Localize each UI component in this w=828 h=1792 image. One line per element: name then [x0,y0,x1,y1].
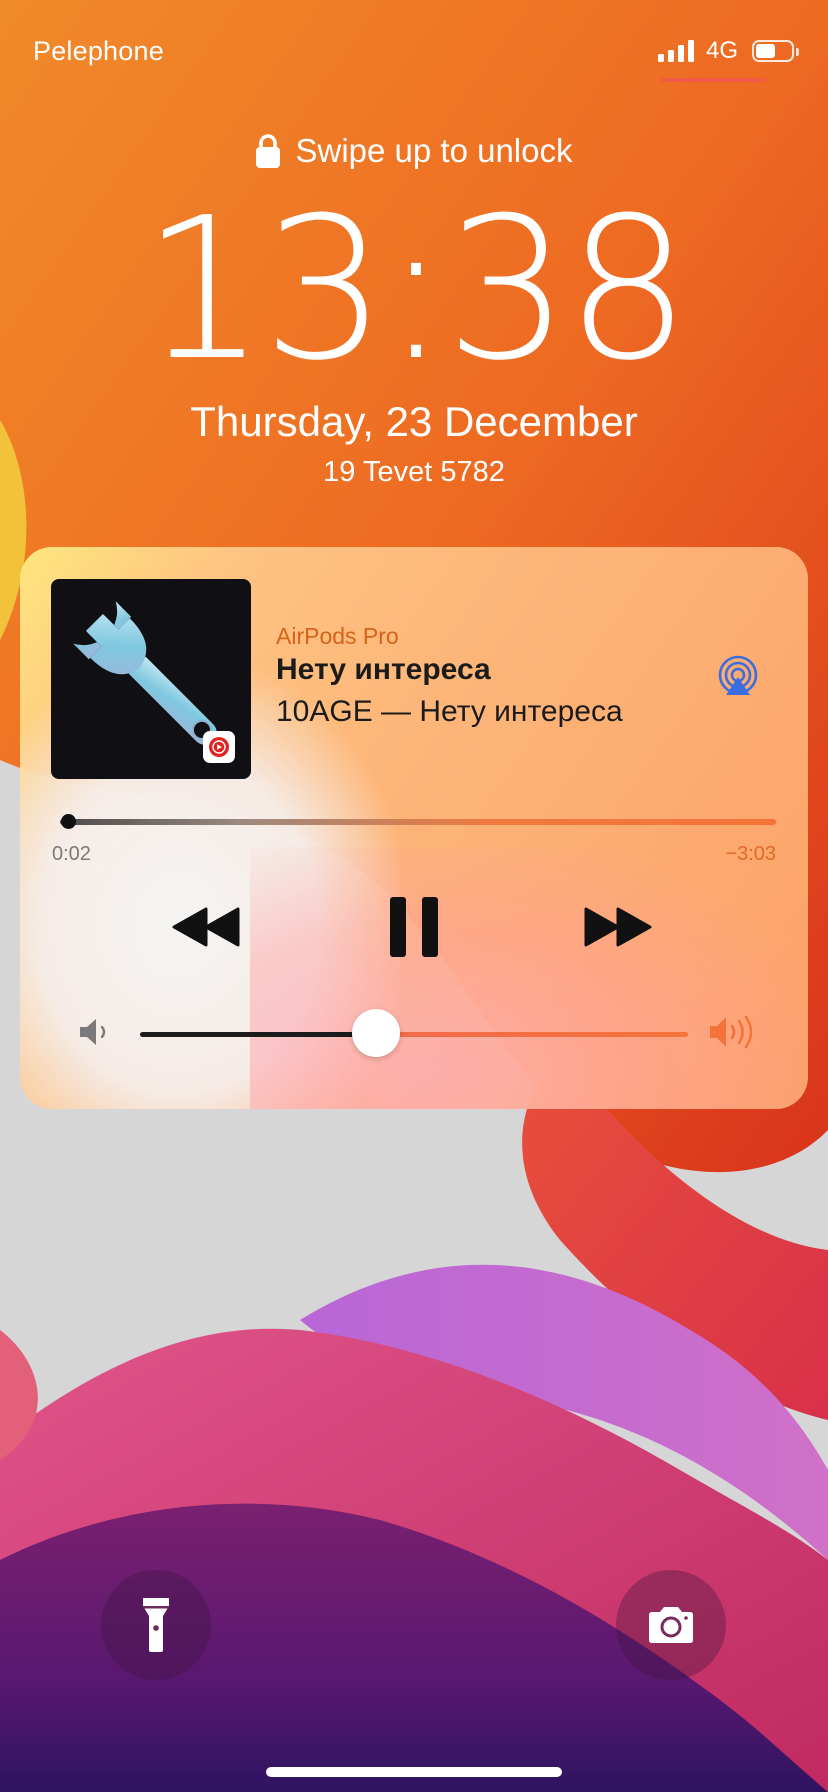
album-artwork[interactable] [51,579,251,779]
track-title: Нету интереса [276,653,491,686]
unlock-hint-text: Swipe up to unlock [295,132,573,169]
camera-button[interactable] [616,1570,726,1680]
youtube-music-icon [209,737,229,757]
remaining-time: −3:03 [725,843,776,865]
network-type: 4G [705,37,738,64]
volume-min-icon [80,1019,106,1045]
output-device-label: AirPods Pro [276,623,399,649]
airplay-audio-icon[interactable] [716,655,760,699]
lock-clock: 13:38 [141,176,691,404]
cellular-signal-icon [657,40,694,62]
volume-slider[interactable] [140,1032,688,1037]
lock-icon [256,134,281,168]
rewind-icon[interactable] [170,905,242,949]
carrier-name: Pelephone [33,36,164,66]
now-playing-widget[interactable]: AirPods Pro Нету интереса 10AGE — Нету и… [20,547,808,1109]
volume-knob[interactable] [351,1009,400,1057]
app-badge [203,731,235,763]
screen-recording-indicator [661,78,766,82]
hebrew-date: 19 Tevet 5782 [323,456,505,488]
flashlight-button[interactable] [101,1570,211,1680]
volume-max-icon [710,1015,753,1049]
flashlight-icon [143,1598,169,1652]
unlock-hint: Swipe up to unlock [0,132,828,170]
home-indicator[interactable] [266,1767,562,1777]
battery-icon [752,40,799,62]
pause-icon[interactable] [388,895,440,959]
track-artist-album: 10AGE — Нету интереса [276,695,623,728]
elapsed-time: 0:02 [52,843,91,865]
lock-date: Thursday, 23 December [190,398,638,445]
playback-progress-bar[interactable] [60,819,776,825]
fast-forward-icon[interactable] [582,905,654,949]
camera-icon [649,1607,693,1643]
status-icons: 4G [657,36,799,66]
playback-scrubber[interactable] [60,814,76,829]
